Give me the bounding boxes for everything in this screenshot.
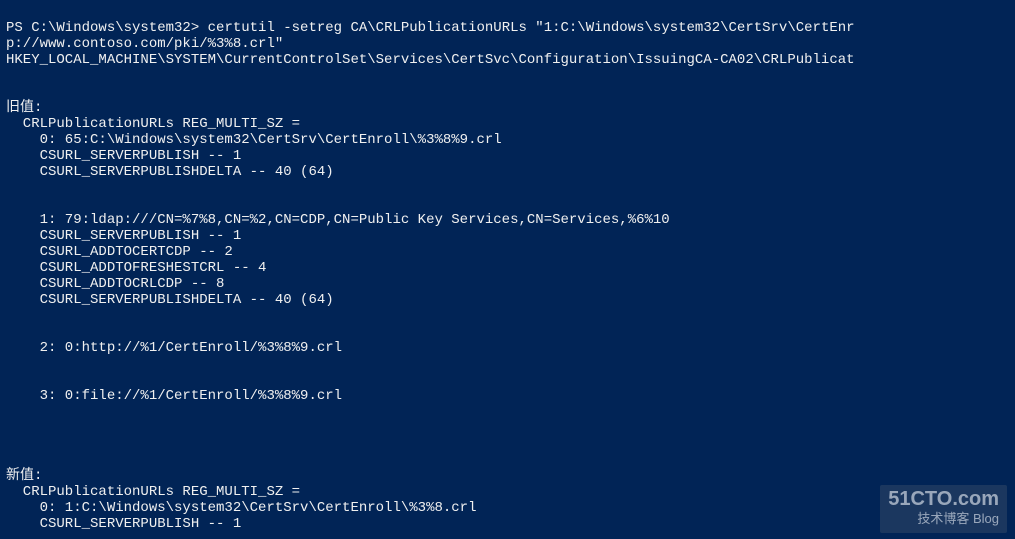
old-reg-line: CRLPublicationURLs REG_MULTI_SZ = bbox=[6, 116, 300, 132]
old-entry-2: 2: 0:http://%1/CertEnroll/%3%8%9.crl bbox=[6, 340, 342, 356]
new-flag-0a: CSURL_SERVERPUBLISH -- 1 bbox=[6, 516, 241, 532]
command-text-2: p://www.contoso.com/pki/%3%8.crl" bbox=[6, 36, 283, 52]
blank-line bbox=[6, 356, 1009, 372]
watermark-sub: 技术博客 Blog bbox=[888, 509, 999, 529]
blank-line bbox=[6, 308, 1009, 324]
prompt-ps: PS C:\Windows\system32> bbox=[6, 20, 199, 36]
blank-line bbox=[6, 404, 1009, 420]
blank-line bbox=[6, 68, 1009, 84]
blank-line bbox=[6, 532, 1009, 539]
new-reg-line: CRLPublicationURLs REG_MULTI_SZ = bbox=[6, 484, 300, 500]
old-entry-1: 1: 79:ldap:///CN=%7%8,CN=%2,CN=CDP,CN=Pu… bbox=[6, 212, 670, 228]
old-header: 旧值: bbox=[6, 100, 42, 116]
old-entry-3: 3: 0:file://%1/CertEnroll/%3%8%9.crl bbox=[6, 388, 342, 404]
new-entry-0: 0: 1:C:\Windows\system32\CertSrv\CertEnr… bbox=[6, 500, 476, 516]
command-text-1: certutil -setreg CA\CRLPublicationURLs "… bbox=[208, 20, 855, 36]
old-flag-1b: CSURL_ADDTOCERTCDP -- 2 bbox=[6, 244, 233, 260]
old-flag-0a: CSURL_SERVERPUBLISH -- 1 bbox=[6, 148, 241, 164]
registry-path: HKEY_LOCAL_MACHINE\SYSTEM\CurrentControl… bbox=[6, 52, 855, 68]
old-flag-1d: CSURL_ADDTOCRLCDP -- 8 bbox=[6, 276, 224, 292]
new-header: 新值: bbox=[6, 468, 42, 484]
watermark-main: 51CTO.com bbox=[888, 489, 999, 509]
watermark: 51CTO.com 技术博客 Blog bbox=[880, 485, 1007, 533]
old-entry-0: 0: 65:C:\Windows\system32\CertSrv\CertEn… bbox=[6, 132, 502, 148]
blank-line bbox=[6, 180, 1009, 196]
powershell-terminal[interactable]: PS C:\Windows\system32> certutil -setreg… bbox=[0, 0, 1015, 539]
old-flag-1a: CSURL_SERVERPUBLISH -- 1 bbox=[6, 228, 241, 244]
old-flag-1e: CSURL_SERVERPUBLISHDELTA -- 40 (64) bbox=[6, 292, 334, 308]
old-flag-0b: CSURL_SERVERPUBLISHDELTA -- 40 (64) bbox=[6, 164, 334, 180]
old-flag-1c: CSURL_ADDTOFRESHESTCRL -- 4 bbox=[6, 260, 266, 276]
blank-line bbox=[6, 436, 1009, 452]
prompt-line: PS C:\Windows\system32> certutil -setreg… bbox=[6, 20, 855, 36]
